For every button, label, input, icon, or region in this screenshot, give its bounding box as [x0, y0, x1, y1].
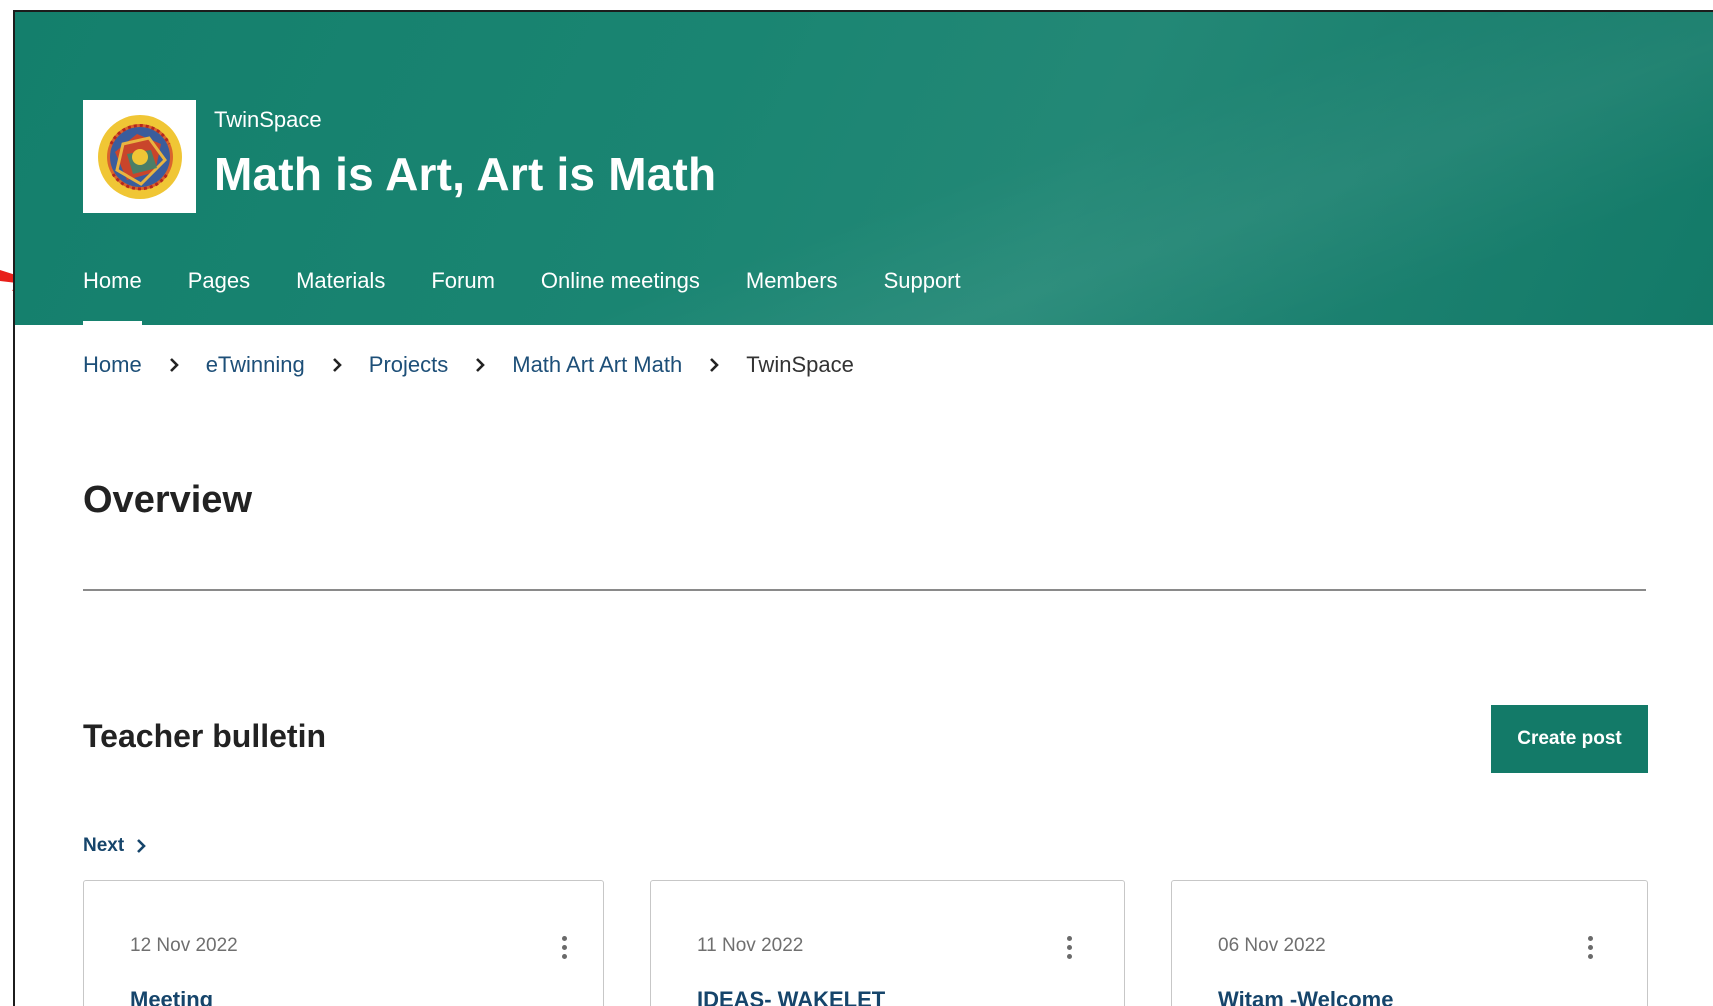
- nav-item-materials[interactable]: Materials: [296, 268, 385, 325]
- project-logo[interactable]: [83, 100, 196, 213]
- nav-item-online-meetings[interactable]: Online meetings: [541, 268, 700, 325]
- browser-viewport: TwinSpace Math is Art, Art is Math Home …: [13, 10, 1713, 1006]
- chevron-right-icon: [474, 357, 486, 373]
- bulletin-card[interactable]: 06 Nov 2022 Witam -Welcome: [1171, 880, 1648, 1006]
- breadcrumb: Home eTwinning Projects Math Art Art Mat…: [83, 352, 854, 378]
- post-date: 12 Nov 2022: [130, 935, 238, 956]
- create-post-button[interactable]: Create post: [1491, 705, 1648, 773]
- breadcrumb-projects[interactable]: Projects: [369, 352, 448, 378]
- bulletin-card[interactable]: 11 Nov 2022 IDEAS- WAKELET: [650, 880, 1125, 1006]
- chevron-right-icon: [137, 839, 147, 853]
- breadcrumb-home[interactable]: Home: [83, 352, 142, 378]
- breadcrumb-etwinning[interactable]: eTwinning: [206, 352, 305, 378]
- post-date: 06 Nov 2022: [1218, 935, 1326, 956]
- overview-heading: Overview: [83, 479, 252, 521]
- teacher-bulletin-heading: Teacher bulletin: [83, 718, 327, 754]
- next-label: Next: [83, 835, 125, 856]
- breadcrumb-current: TwinSpace: [746, 352, 854, 377]
- project-logo-icon: [97, 114, 182, 199]
- chevron-right-icon: [331, 357, 343, 373]
- nav-item-members[interactable]: Members: [746, 268, 838, 325]
- site-label: TwinSpace: [214, 107, 322, 132]
- nav-item-forum[interactable]: Forum: [431, 268, 495, 325]
- breadcrumb-project[interactable]: Math Art Art Math: [512, 352, 682, 378]
- post-title[interactable]: Witam -Welcome: [1218, 987, 1393, 1006]
- nav-item-home[interactable]: Home: [83, 268, 142, 325]
- more-vertical-icon[interactable]: [1580, 931, 1600, 963]
- nav-item-support[interactable]: Support: [884, 268, 961, 325]
- divider: [83, 589, 1646, 591]
- main-nav: Home Pages Materials Forum Online meetin…: [83, 268, 1007, 325]
- post-date: 11 Nov 2022: [697, 935, 804, 956]
- bulletin-card[interactable]: 12 Nov 2022 Meeting: [83, 880, 604, 1006]
- chevron-right-icon: [708, 357, 720, 373]
- more-vertical-icon[interactable]: [1059, 931, 1079, 963]
- site-header: TwinSpace Math is Art, Art is Math Home …: [15, 12, 1713, 325]
- post-title[interactable]: IDEAS- WAKELET: [697, 987, 885, 1006]
- post-title[interactable]: Meeting: [130, 987, 213, 1006]
- next-link[interactable]: Next: [83, 835, 147, 857]
- chevron-right-icon: [168, 357, 180, 373]
- more-vertical-icon[interactable]: [554, 931, 574, 963]
- page-title: Math is Art, Art is Math: [214, 148, 717, 200]
- nav-item-pages[interactable]: Pages: [188, 268, 250, 325]
